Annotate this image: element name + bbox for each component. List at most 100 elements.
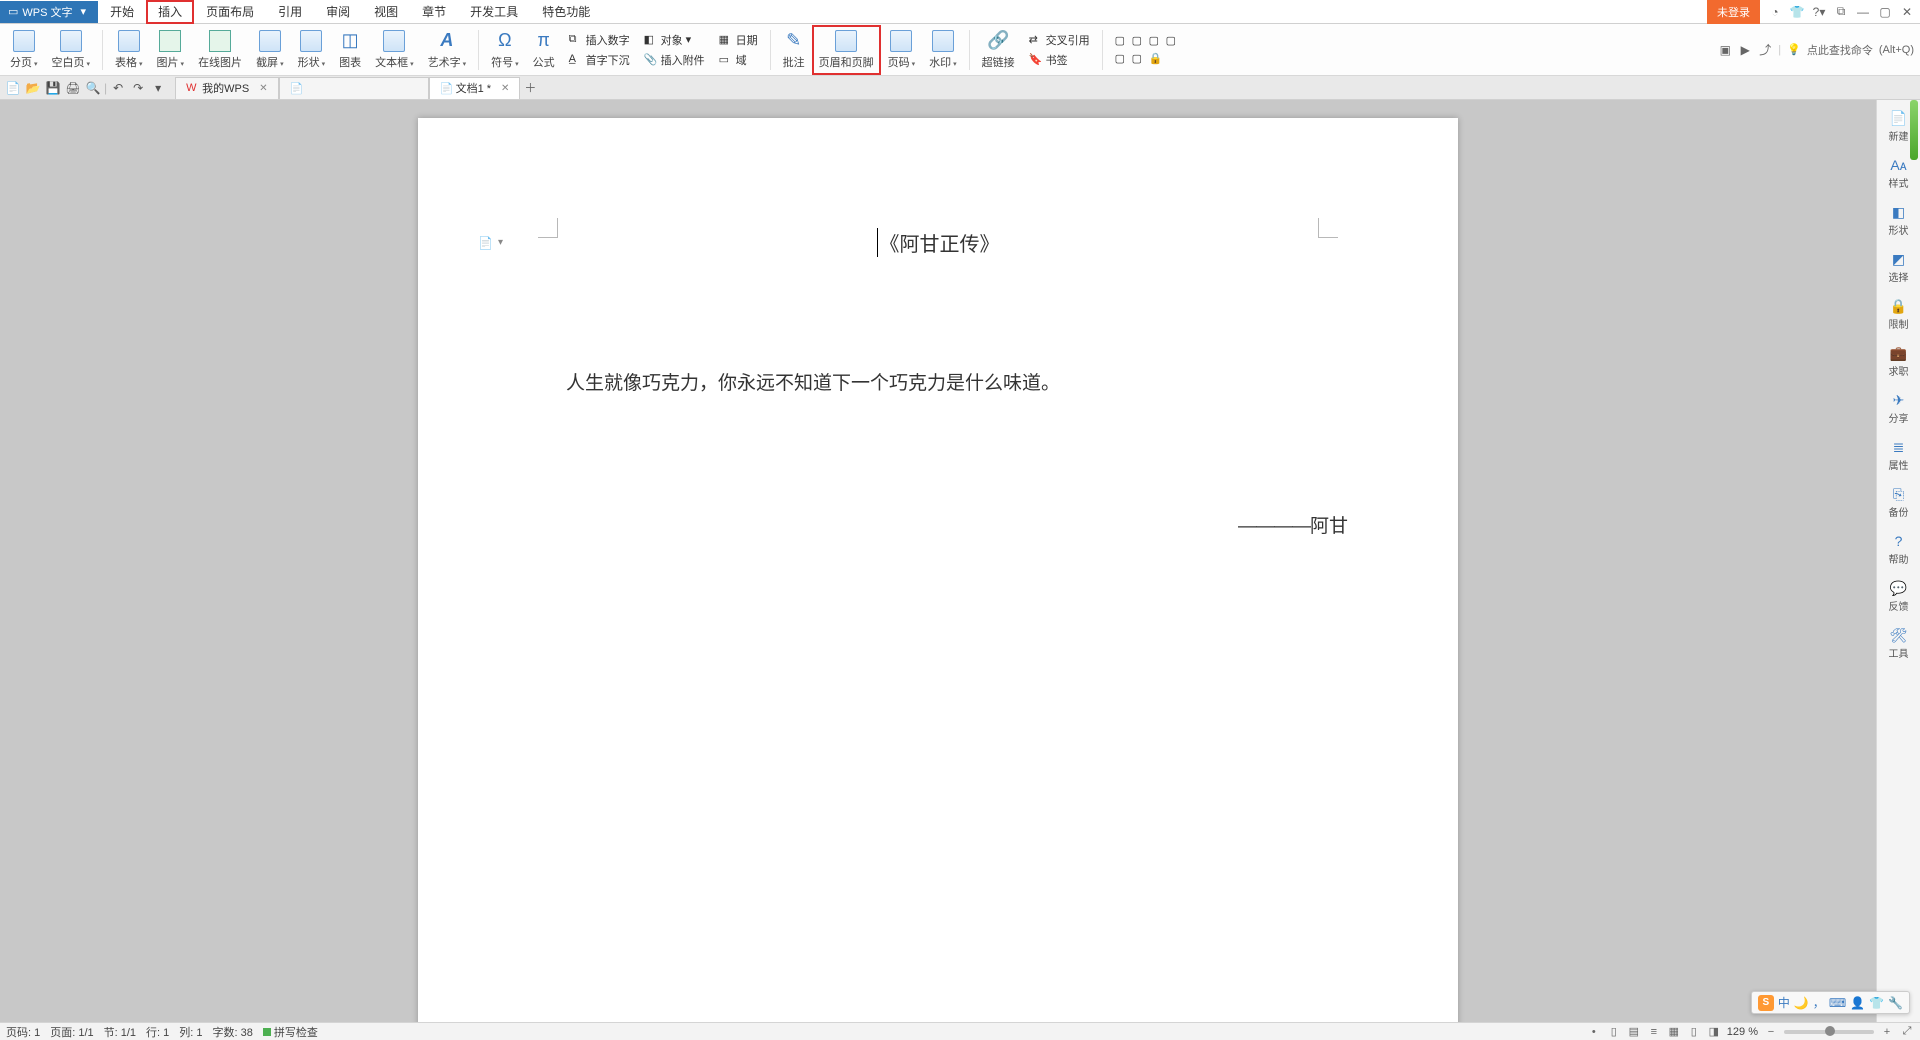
doc-tab-wps[interactable]: W 我的WPS ✕ (175, 77, 278, 99)
rp-tools[interactable]: 🛠工具 (1879, 623, 1919, 664)
ribbon-ic-b[interactable]: ▶ (1738, 43, 1752, 57)
doc-tab-blank[interactable]: 📄 (279, 77, 429, 99)
rp-select[interactable]: ◩选择 (1879, 247, 1919, 288)
app-badge[interactable]: ▭ WPS 文字 ▾ (0, 1, 98, 23)
ribbon-ic-a[interactable]: ▣ (1718, 43, 1732, 57)
ribbon-object[interactable]: ◧对象▾ (640, 31, 709, 49)
ribbon-field[interactable]: ▭域 (715, 51, 762, 69)
print-icon[interactable]: 🖨 (64, 79, 82, 97)
print-preview-icon[interactable]: 🔍 (84, 79, 102, 97)
ribbon-blank-page[interactable]: 空白页▾ (46, 26, 97, 74)
zoom-slider[interactable] (1784, 1030, 1874, 1034)
view-split-icon[interactable]: ◨ (1707, 1025, 1721, 1039)
save-icon[interactable]: 💾 (44, 79, 62, 97)
qa-dd-icon[interactable]: ▾ (149, 79, 167, 97)
tab-references[interactable]: 引用 (266, 0, 314, 24)
ribbon-shapes[interactable]: 形状▾ (292, 26, 332, 74)
status-page-no[interactable]: 页码: 1 (6, 1024, 40, 1040)
ribbon-equation[interactable]: π公式 (527, 26, 561, 74)
ime-skin-icon[interactable]: 👕 (1869, 996, 1884, 1010)
ribbon-attachment[interactable]: 📎插入附件 (640, 51, 709, 69)
zoom-in-icon[interactable]: + (1880, 1025, 1894, 1039)
app-dropdown-icon[interactable]: ▾ (77, 5, 91, 18)
rp-feedback[interactable]: 💬反馈 (1879, 576, 1919, 617)
ribbon-wordart[interactable]: A艺术字▾ (422, 26, 473, 74)
ribbon-comment[interactable]: ✎批注 (777, 26, 811, 74)
status-line[interactable]: 行: 1 (146, 1024, 169, 1040)
open-icon[interactable]: 📂 (24, 79, 42, 97)
ribbon-table[interactable]: 表格▾ (109, 26, 149, 74)
tab-special[interactable]: 特色功能 (530, 0, 602, 24)
ribbon-chart[interactable]: ◫图表 (333, 26, 367, 74)
ribbon-date[interactable]: ▦日期 (715, 31, 762, 49)
header-title[interactable]: 《阿甘正传》 (877, 228, 1000, 257)
tab-dev-tools[interactable]: 开发工具 (458, 0, 530, 24)
view-print-icon[interactable]: ▯ (1687, 1025, 1701, 1039)
ribbon-online-picture[interactable]: 在线图片 (192, 26, 248, 74)
doc-tab-active[interactable]: 📄 文档1 * ✕ (429, 77, 521, 99)
page-header[interactable]: 📄 ▾ 《阿甘正传》 (528, 228, 1348, 257)
ribbon-symbol[interactable]: Ω符号▾ (485, 26, 525, 74)
ime-toolbar[interactable]: S 中 🌙 ， ⌨ 👤 👕 🔧 (1751, 991, 1910, 1014)
tab-page-layout[interactable]: 页面布局 (194, 0, 266, 24)
document-page[interactable]: 📄 ▾ 《阿甘正传》 人生就像巧克力，你永远不知道下一个巧克力是什么味道。 ——… (418, 118, 1458, 1022)
ribbon-page-break[interactable]: 分页▾ (4, 26, 44, 74)
body-paragraph[interactable]: 人生就像巧克力，你永远不知道下一个巧克力是什么味道。 (528, 367, 1348, 401)
ime-person-icon[interactable]: 👤 (1850, 996, 1865, 1010)
fullscreen-icon[interactable]: ⤢ (1900, 1025, 1914, 1039)
search-hint[interactable]: 点此查找命令 (1807, 42, 1873, 58)
tab-start[interactable]: 开始 (98, 0, 146, 24)
doc-tab-close-icon[interactable]: ✕ (501, 83, 509, 94)
ribbon-screenshot[interactable]: 截屏▾ (250, 26, 290, 74)
status-section[interactable]: 节: 1/1 (104, 1024, 136, 1040)
ribbon-misc-bot[interactable]: ▢▢🔒 (1111, 51, 1184, 67)
status-col[interactable]: 列: 1 (179, 1024, 202, 1040)
view-read-icon[interactable]: ▤ (1627, 1025, 1641, 1039)
ime-moon-icon[interactable]: 🌙 (1794, 996, 1809, 1010)
status-words[interactable]: 字数: 38 (213, 1024, 253, 1040)
tab-chapter[interactable]: 章节 (410, 0, 458, 24)
rp-job[interactable]: 💼求职 (1879, 341, 1919, 382)
tab-insert[interactable]: 插入 (146, 0, 194, 24)
redo-icon[interactable]: ↷ (129, 79, 147, 97)
ime-punct-icon[interactable]: ， (1813, 994, 1825, 1011)
rp-backup[interactable]: ⎘备份 (1879, 482, 1919, 523)
tab-view[interactable]: 视图 (362, 0, 410, 24)
tab-review[interactable]: 审阅 (314, 0, 362, 24)
ribbon-textbox[interactable]: 文本框▾ (369, 26, 420, 74)
doc-tab-close-icon[interactable]: ✕ (259, 83, 267, 94)
signature-line[interactable]: ————阿甘 (528, 511, 1348, 538)
new-doc-icon[interactable]: 📄 (4, 79, 22, 97)
status-page-view[interactable]: 页面: 1/1 (50, 1024, 93, 1040)
login-button[interactable]: 未登录 (1707, 0, 1760, 24)
ribbon-picture[interactable]: 图片▾ (151, 26, 191, 74)
ribbon-drop-cap[interactable]: A̲首字下沉 (565, 51, 634, 69)
maximize-icon[interactable]: ▢ (1878, 5, 1892, 19)
zoom-out-icon[interactable]: − (1764, 1025, 1778, 1039)
rp-share[interactable]: ✈分享 (1879, 388, 1919, 429)
ribbon-misc-top[interactable]: ▢▢▢▢ (1111, 33, 1184, 49)
rp-shape[interactable]: ◧形状 (1879, 200, 1919, 241)
rp-property[interactable]: ≣属性 (1879, 435, 1919, 476)
ribbon-page-number[interactable]: 页码▾ (882, 26, 922, 74)
ribbon-bookmark[interactable]: 🔖书签 (1025, 51, 1094, 69)
window-float-icon[interactable]: ⧉ (1834, 5, 1848, 19)
minimize-icon[interactable]: — (1856, 5, 1870, 19)
ribbon-header-footer[interactable]: 页眉和页脚 (813, 26, 880, 74)
zoom-value[interactable]: 129 % (1727, 1026, 1758, 1038)
ime-keyboard-icon[interactable]: ⌨ (1829, 996, 1846, 1010)
view-outline-icon[interactable]: ≡ (1647, 1025, 1661, 1039)
ribbon-crossref[interactable]: ⇄交叉引用 (1025, 31, 1094, 49)
close-icon[interactable]: ✕ (1900, 5, 1914, 19)
ribbon-insert-number[interactable]: ⧉插入数字 (565, 31, 634, 49)
ime-settings-icon[interactable]: 🔧 (1888, 996, 1903, 1010)
view-page-icon[interactable]: ▯ (1607, 1025, 1621, 1039)
ribbon-ic-c[interactable]: ⤴ (1758, 43, 1772, 57)
add-tab-icon[interactable]: ＋ (520, 79, 540, 96)
ime-lang[interactable]: 中 (1778, 994, 1790, 1011)
status-spellcheck[interactable]: 拼写检查 (263, 1024, 318, 1040)
ribbon-hyperlink[interactable]: 🔗超链接 (976, 26, 1021, 74)
view-web-icon[interactable]: ▦ (1667, 1025, 1681, 1039)
cloud-icon[interactable]: ◔ (1768, 5, 1782, 19)
skin-icon[interactable]: 👕 (1790, 5, 1804, 19)
